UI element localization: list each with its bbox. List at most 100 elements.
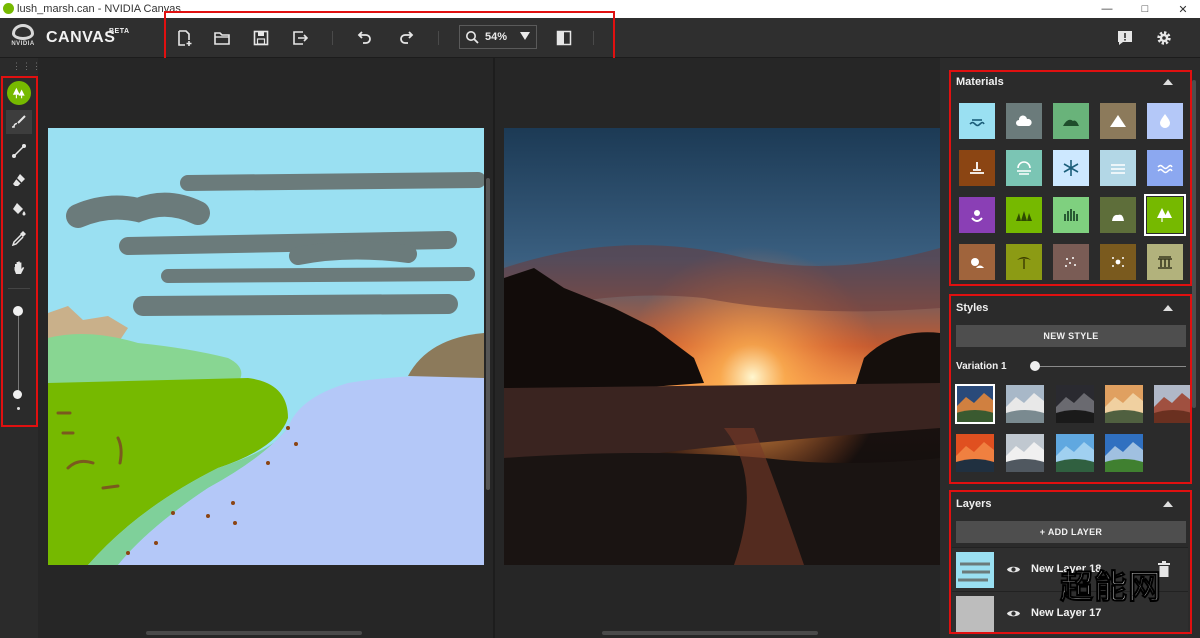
nvidia-logo-text: NVIDIA bbox=[11, 41, 35, 47]
eraser-tool[interactable] bbox=[6, 168, 32, 192]
hand-pan-icon bbox=[14, 261, 25, 274]
lake-icon bbox=[1157, 164, 1173, 174]
style-thumbnail[interactable] bbox=[1154, 385, 1192, 423]
material-bush[interactable] bbox=[1053, 197, 1089, 233]
variation-slider-track[interactable] bbox=[1034, 366, 1186, 367]
left-canvas-scrollbar[interactable] bbox=[486, 178, 490, 490]
toolbar-divider bbox=[593, 31, 594, 45]
style-thumbnail[interactable] bbox=[1056, 385, 1094, 423]
flower-icon bbox=[971, 210, 983, 222]
material-mountain[interactable] bbox=[1100, 103, 1136, 139]
material-palm[interactable] bbox=[1006, 244, 1042, 280]
style-thumbnail[interactable] bbox=[1006, 434, 1044, 472]
style-misty-valley-thumb bbox=[1105, 385, 1143, 423]
material-water-drop[interactable] bbox=[1147, 103, 1183, 139]
style-thumbnail[interactable] bbox=[1105, 434, 1143, 472]
toolbar-divider bbox=[438, 31, 439, 45]
style-alpine-lake-thumb bbox=[1105, 434, 1143, 472]
new-file-button[interactable] bbox=[172, 26, 196, 50]
left-canvas-hscrollbar[interactable] bbox=[146, 631, 362, 635]
variation-slider-knob[interactable] bbox=[1030, 361, 1040, 371]
material-hill[interactable] bbox=[1053, 103, 1089, 139]
variation-label: Variation 1 bbox=[956, 361, 1007, 372]
line-tool[interactable] bbox=[6, 139, 32, 163]
eyedropper-tool[interactable] bbox=[6, 226, 32, 250]
fill-tool[interactable] bbox=[6, 197, 32, 221]
redo-button[interactable] bbox=[395, 26, 419, 50]
styles-collapse-icon[interactable] bbox=[1163, 305, 1173, 311]
current-material-button[interactable] bbox=[7, 81, 31, 105]
compare-view-button[interactable] bbox=[552, 26, 576, 50]
visibility-eye-icon[interactable] bbox=[1006, 606, 1021, 621]
feedback-button[interactable] bbox=[1113, 26, 1137, 50]
visibility-eye-icon[interactable] bbox=[1006, 562, 1021, 577]
material-stone[interactable] bbox=[959, 244, 995, 280]
compare-view-icon bbox=[556, 30, 572, 46]
material-lake[interactable] bbox=[1147, 150, 1183, 186]
undo-button[interactable] bbox=[352, 26, 376, 50]
generated-output-image bbox=[504, 128, 940, 565]
styles-title: Styles bbox=[956, 302, 989, 314]
material-sea[interactable] bbox=[959, 103, 995, 139]
water-drop-icon bbox=[1160, 114, 1170, 128]
gravel-icon bbox=[1112, 257, 1124, 267]
materials-collapse-icon[interactable] bbox=[1163, 79, 1173, 85]
save-button[interactable] bbox=[249, 26, 273, 50]
style-thumbnail[interactable] bbox=[1105, 385, 1143, 423]
material-building[interactable] bbox=[1147, 244, 1183, 280]
tool-divider bbox=[8, 288, 30, 289]
style-thumbnail[interactable] bbox=[956, 434, 994, 472]
style-cave-arch-thumb bbox=[1056, 385, 1094, 423]
style-thumbnail[interactable] bbox=[1056, 434, 1094, 472]
new-style-button[interactable]: NEW STYLE bbox=[956, 325, 1186, 347]
cloud-icon bbox=[1016, 115, 1032, 126]
right-canvas-hscrollbar[interactable] bbox=[602, 631, 818, 635]
brush-tool[interactable] bbox=[6, 110, 32, 134]
maximize-button[interactable]: □ bbox=[1128, 0, 1162, 18]
export-icon bbox=[293, 31, 309, 45]
hand-tool[interactable] bbox=[6, 255, 32, 279]
minimize-button[interactable]: — bbox=[1090, 0, 1124, 18]
toolbar-divider bbox=[332, 31, 333, 45]
search-icon bbox=[466, 31, 479, 44]
open-file-button[interactable] bbox=[210, 26, 234, 50]
material-rock[interactable] bbox=[1100, 197, 1136, 233]
export-button[interactable] bbox=[288, 26, 312, 50]
building-icon bbox=[1158, 256, 1172, 269]
style-thumbnail[interactable] bbox=[955, 384, 995, 424]
material-flower[interactable] bbox=[959, 197, 995, 233]
style-thumbnail[interactable] bbox=[1006, 385, 1044, 423]
palm-icon bbox=[1017, 257, 1031, 269]
panel-scrollbar[interactable] bbox=[1192, 80, 1196, 408]
close-button[interactable]: ✕ bbox=[1166, 0, 1200, 18]
material-sand[interactable] bbox=[1053, 244, 1089, 280]
line-icon bbox=[12, 144, 26, 158]
style-snowy-peaks-thumb bbox=[1006, 385, 1044, 423]
material-dirt[interactable] bbox=[959, 150, 995, 186]
view-divider[interactable] bbox=[493, 58, 495, 638]
material-grass[interactable] bbox=[1006, 197, 1042, 233]
add-layer-button[interactable]: + ADD LAYER bbox=[956, 521, 1186, 543]
material-snow[interactable] bbox=[1053, 150, 1089, 186]
app-icon bbox=[3, 3, 14, 14]
material-river[interactable] bbox=[1100, 150, 1136, 186]
eraser-icon bbox=[13, 174, 25, 186]
settings-button[interactable] bbox=[1152, 26, 1176, 50]
material-cloud[interactable] bbox=[1006, 103, 1042, 139]
material-tree[interactable] bbox=[1144, 194, 1186, 236]
fog-icon bbox=[1017, 161, 1031, 175]
layers-collapse-icon[interactable] bbox=[1163, 501, 1173, 507]
snow-icon bbox=[1063, 160, 1079, 176]
style-winter-mountains-thumb bbox=[1006, 434, 1044, 472]
app-name: CANVAS bbox=[46, 29, 116, 46]
brush-opacity-knob[interactable] bbox=[13, 390, 22, 399]
window-titlebar: lush_marsh.can - NVIDIA Canvas — □ ✕ bbox=[0, 0, 1200, 18]
segmentation-canvas[interactable] bbox=[48, 128, 484, 565]
material-fog[interactable] bbox=[1006, 150, 1042, 186]
brush-size-knob[interactable] bbox=[13, 306, 23, 316]
material-gravel[interactable] bbox=[1100, 244, 1136, 280]
layer-thumbnail bbox=[956, 596, 994, 632]
brush-size-slider-track[interactable] bbox=[18, 313, 19, 393]
tree-icon bbox=[1157, 208, 1172, 222]
zoom-dropdown[interactable]: 54% bbox=[459, 25, 537, 49]
